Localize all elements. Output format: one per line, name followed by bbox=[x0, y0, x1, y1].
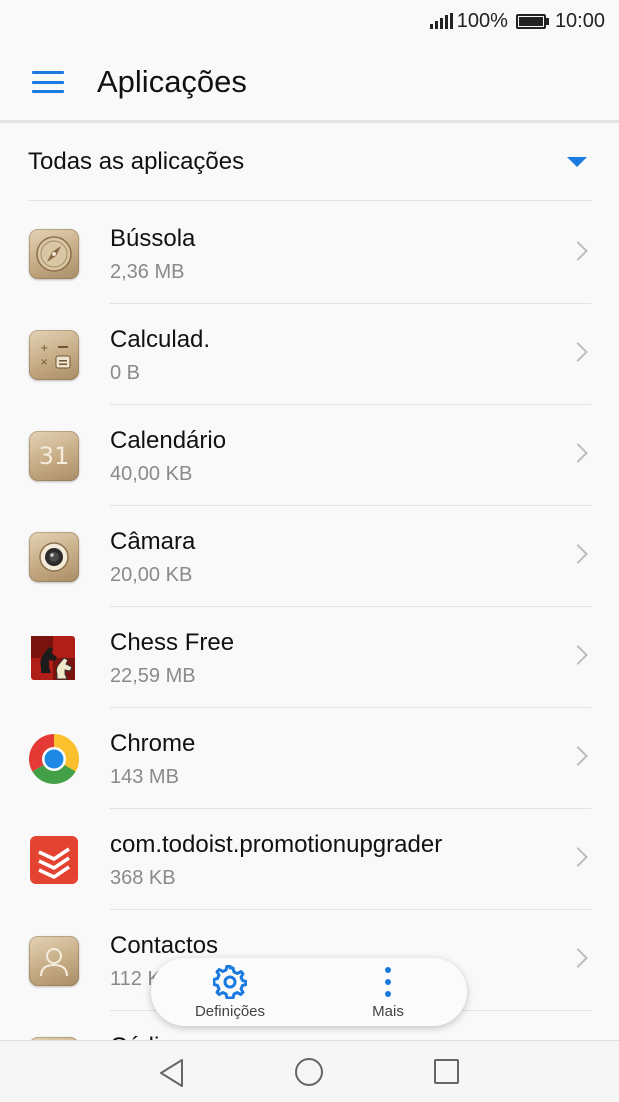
app-size: 368 KB bbox=[110, 867, 176, 889]
status-bar: 100% 10:00 bbox=[0, 0, 619, 42]
chevron-right-icon bbox=[568, 241, 588, 261]
calculator-icon: + × bbox=[29, 330, 79, 380]
page-title: Aplicações bbox=[97, 64, 247, 99]
app-item-chrome[interactable]: Chrome 143 MB bbox=[0, 708, 619, 809]
calendar-icon: 31 bbox=[29, 431, 79, 481]
settings-button[interactable]: Definições bbox=[170, 964, 290, 1020]
action-bar: Definições Mais bbox=[151, 958, 467, 1026]
app-item-bussola[interactable]: Bússola 2,36 MB bbox=[0, 203, 619, 304]
triangle-down-icon bbox=[567, 157, 587, 167]
chess-icon bbox=[29, 633, 79, 683]
app-name: Calculad. bbox=[110, 326, 211, 353]
chevron-right-icon bbox=[568, 544, 588, 564]
app-filter-dropdown[interactable]: Todas as aplicações bbox=[28, 124, 592, 201]
more-label: Mais bbox=[372, 1002, 404, 1020]
settings-label: Definições bbox=[194, 1002, 266, 1020]
app-item-chess-free[interactable]: Chess Free 22,59 MB bbox=[0, 607, 619, 708]
recent-square-icon[interactable] bbox=[434, 1059, 459, 1084]
contacts-icon bbox=[29, 936, 79, 986]
app-size: 0 B bbox=[110, 362, 141, 384]
app-name: Bússola bbox=[110, 225, 196, 252]
app-size: 22,59 MB bbox=[110, 665, 196, 687]
signal-icon bbox=[429, 13, 453, 29]
app-name: Chess Free bbox=[110, 629, 235, 656]
clock: 10:00 bbox=[554, 9, 605, 32]
app-bar-divider bbox=[0, 120, 619, 123]
app-size: 2,36 MB bbox=[110, 261, 185, 283]
chevron-right-icon bbox=[568, 645, 588, 665]
battery-percent: 100% bbox=[456, 9, 508, 32]
app-size: 143 MB bbox=[110, 766, 179, 788]
todoist-icon bbox=[29, 835, 79, 885]
app-size: 20,00 KB bbox=[110, 564, 193, 586]
chrome-icon bbox=[29, 734, 79, 784]
calendar-day: 31 bbox=[38, 442, 70, 470]
hamburger-menu-icon[interactable] bbox=[32, 70, 64, 94]
compass-icon bbox=[29, 229, 79, 279]
app-item-calculadora[interactable]: + × Calculad. 0 B bbox=[0, 304, 619, 405]
app-bar: Aplicações bbox=[0, 42, 619, 122]
screen: 100% 10:00 Aplicações Todas as aplicaçõe… bbox=[0, 0, 619, 1102]
chevron-right-icon bbox=[568, 948, 588, 968]
battery-icon bbox=[515, 13, 549, 29]
app-name: Câmara bbox=[110, 528, 196, 555]
app-size: 40,00 KB bbox=[110, 463, 193, 485]
filter-label: Todas as aplicações bbox=[28, 148, 245, 175]
navigation-bar bbox=[0, 1040, 619, 1102]
chevron-right-icon bbox=[568, 342, 588, 362]
app-name: Calendário bbox=[110, 427, 227, 454]
chevron-right-icon bbox=[568, 746, 588, 766]
more-button[interactable]: Mais bbox=[328, 965, 448, 1020]
svg-text:+: + bbox=[40, 343, 48, 354]
more-vertical-icon bbox=[385, 966, 391, 997]
chevron-right-icon bbox=[568, 847, 588, 867]
app-name: com.todoist.promotionupgrader bbox=[110, 831, 443, 858]
app-item-camara[interactable]: Câmara 20,00 KB bbox=[0, 506, 619, 607]
chevron-right-icon bbox=[568, 443, 588, 463]
camera-icon bbox=[29, 532, 79, 582]
back-triangle-icon[interactable] bbox=[158, 1058, 186, 1088]
home-circle-icon[interactable] bbox=[295, 1058, 323, 1086]
app-name: Chrome bbox=[110, 730, 196, 757]
app-item-calendario[interactable]: 31 Calendário 40,00 KB bbox=[0, 405, 619, 506]
svg-text:×: × bbox=[40, 357, 48, 368]
gear-icon bbox=[213, 964, 247, 999]
app-item-todoist[interactable]: com.todoist.promotionupgrader 368 KB bbox=[0, 809, 619, 910]
